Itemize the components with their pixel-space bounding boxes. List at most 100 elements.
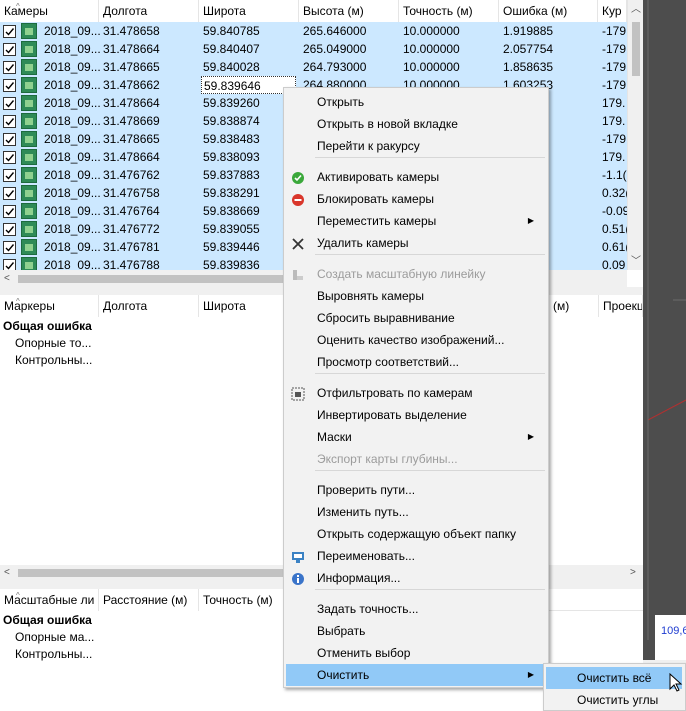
menu-item-15[interactable]: Маски ▶	[286, 426, 546, 448]
cell-yaw: 179.	[602, 114, 626, 128]
camera-thumbnail-icon	[21, 95, 37, 111]
menu-item-24[interactable]: Отменить выбор	[286, 642, 546, 664]
cell-lon: 31.478658	[103, 24, 160, 38]
col-header-accuracy[interactable]: Точность (м)	[399, 0, 499, 22]
submenu-arrow-icon: ▶	[527, 216, 534, 225]
col-header-cameras[interactable]: ^ Камеры	[0, 0, 99, 22]
menu-item-11[interactable]: Оценить качество изображений...	[286, 329, 546, 351]
cell-lon: 31.478662	[103, 78, 160, 92]
col-header-markers[interactable]: ^ Маркеры	[0, 295, 99, 317]
col-header-error[interactable]: Ошибка (м)	[499, 0, 598, 22]
menu-item-9[interactable]: Выровнять камеры	[286, 285, 546, 307]
viewport-info-box: 109,6	[655, 615, 686, 660]
menu-item-25[interactable]: Очистить ▶	[286, 664, 546, 686]
viewport-lines	[647, 0, 686, 640]
col-header-longitude[interactable]: Долгота	[99, 0, 199, 22]
menu-item-clear-corners[interactable]: Очистить углы	[546, 689, 682, 711]
model-viewport[interactable]	[643, 0, 686, 660]
enabled-checkbox[interactable]	[3, 241, 16, 254]
enabled-checkbox[interactable]	[3, 223, 16, 236]
menu-separator	[315, 373, 545, 374]
menu-item-label: Просмотр соответствий...	[317, 355, 460, 369]
enabled-checkbox[interactable]	[3, 97, 16, 110]
enabled-checkbox[interactable]	[3, 115, 16, 128]
cameras-vscrollbar[interactable]: ︿ ﹀	[627, 0, 643, 270]
menu-item-label: Изменить путь...	[317, 505, 409, 519]
menu-item-10[interactable]: Сбросить выравнивание	[286, 307, 546, 329]
cell-lat: 59.840785	[203, 24, 260, 38]
hscroll-thumb[interactable]	[18, 275, 288, 283]
menu-item-3[interactable]: Перейти к ракурсу	[286, 135, 546, 157]
cell-yaw: 0.61(	[602, 240, 627, 254]
enabled-checkbox[interactable]	[3, 133, 16, 146]
menu-item-6[interactable]: Переместить камеры ▶	[286, 210, 546, 232]
menu-item-17[interactable]: Проверить пути...	[286, 479, 546, 501]
menu-item-19[interactable]: Открыть содержащую объект папку	[286, 523, 546, 545]
cell-lon: 31.476764	[103, 204, 160, 218]
cell-err: 1.858635	[503, 60, 554, 74]
menu-item-22[interactable]: Задать точность...	[286, 598, 546, 620]
scroll-thumb[interactable]	[632, 22, 640, 76]
scroll-up-icon[interactable]: ︿	[631, 4, 641, 16]
cell-name: 2018_09...	[44, 240, 100, 254]
menu-item-5[interactable]: Блокировать камеры	[286, 188, 546, 210]
cell-name: 2018_09...	[44, 78, 100, 92]
context-menu: Открыть Открыть в новой вкладке Перейти к …	[283, 87, 549, 688]
col-header-projections[interactable]: Проекц	[599, 295, 643, 317]
camera-thumbnail-icon	[21, 41, 37, 57]
col-header-error-m[interactable]: (м)	[549, 295, 599, 317]
table-row[interactable]: 2018_09... 31.478664 59.840407 265.049000 10…	[0, 40, 627, 58]
markers-item-check-points[interactable]: Контрольны...	[15, 353, 92, 367]
enabled-checkbox[interactable]	[3, 187, 16, 200]
menu-item-clear-all[interactable]: Очистить всё	[546, 667, 682, 689]
filter-cameras-icon	[291, 386, 305, 401]
menu-item-12[interactable]: Просмотр соответствий...	[286, 351, 546, 373]
scroll-down-icon[interactable]: ﹀	[631, 256, 641, 268]
mouse-cursor-icon	[669, 673, 683, 692]
cell-lon: 31.478664	[103, 96, 160, 110]
scroll-left-icon[interactable]: <	[4, 273, 10, 285]
menu-item-4[interactable]: Активировать камеры	[286, 166, 546, 188]
camera-thumbnail-icon	[21, 149, 37, 165]
enabled-checkbox[interactable]	[3, 151, 16, 164]
menu-item-label: Переименовать...	[317, 549, 415, 563]
menu-item-2[interactable]: Открыть в новой вкладке	[286, 113, 546, 135]
menu-item-14[interactable]: Инвертировать выделение	[286, 404, 546, 426]
menu-item-7[interactable]: Удалить камеры	[286, 232, 546, 254]
col-header-longitude[interactable]: Долгота	[99, 295, 199, 317]
col-header-yaw[interactable]: Кур	[598, 0, 627, 22]
enabled-checkbox[interactable]	[3, 205, 16, 218]
menu-item-16[interactable]: Экспорт карты глубины...	[286, 448, 546, 470]
camera-thumbnail-icon	[21, 221, 37, 237]
table-row[interactable]: 2018_09... 31.478658 59.840785 265.646000 10…	[0, 22, 627, 40]
enabled-checkbox[interactable]	[3, 79, 16, 92]
menu-item-21[interactable]: Информация...	[286, 567, 546, 589]
col-header-latitude[interactable]: Широта	[199, 0, 299, 22]
scalebars-item-check[interactable]: Контрольны...	[15, 647, 92, 661]
markers-item-control-points[interactable]: Опорные то...	[15, 336, 91, 350]
enabled-checkbox[interactable]	[3, 61, 16, 74]
hscroll-thumb[interactable]	[18, 569, 288, 577]
col-header-altitude[interactable]: Высота (м)	[299, 0, 399, 22]
col-header-scalebars[interactable]: ^ Масштабные ли	[0, 589, 99, 611]
menu-item-18[interactable]: Изменить путь...	[286, 501, 546, 523]
menu-separator	[315, 589, 545, 590]
menu-item-23[interactable]: Выбрать	[286, 620, 546, 642]
menu-item-label: Активировать камеры	[317, 170, 440, 184]
scalebars-group-total-error: Общая ошибка	[3, 613, 92, 627]
cell-yaw: 179.	[602, 150, 626, 164]
col-header-distance[interactable]: Расстояние (м)	[99, 589, 199, 611]
enabled-checkbox[interactable]	[3, 169, 16, 182]
scroll-right-icon[interactable]: >	[630, 567, 636, 579]
menu-item-8[interactable]: Создать масштабную линейку	[286, 263, 546, 285]
menu-item-label: Экспорт карты глубины...	[317, 452, 458, 466]
enabled-checkbox[interactable]	[3, 25, 16, 38]
enabled-checkbox[interactable]	[3, 43, 16, 56]
menu-item-20[interactable]: Переименовать...	[286, 545, 546, 567]
cell-err: 2.057754	[503, 42, 554, 56]
menu-item-1[interactable]: Открыть	[286, 91, 546, 113]
scroll-left-icon[interactable]: <	[4, 567, 10, 579]
scalebars-item-control[interactable]: Опорные ма...	[15, 630, 94, 644]
menu-item-13[interactable]: Отфильтровать по камерам	[286, 382, 546, 404]
table-row[interactable]: 2018_09... 31.478665 59.840028 264.793000 10…	[0, 58, 627, 76]
